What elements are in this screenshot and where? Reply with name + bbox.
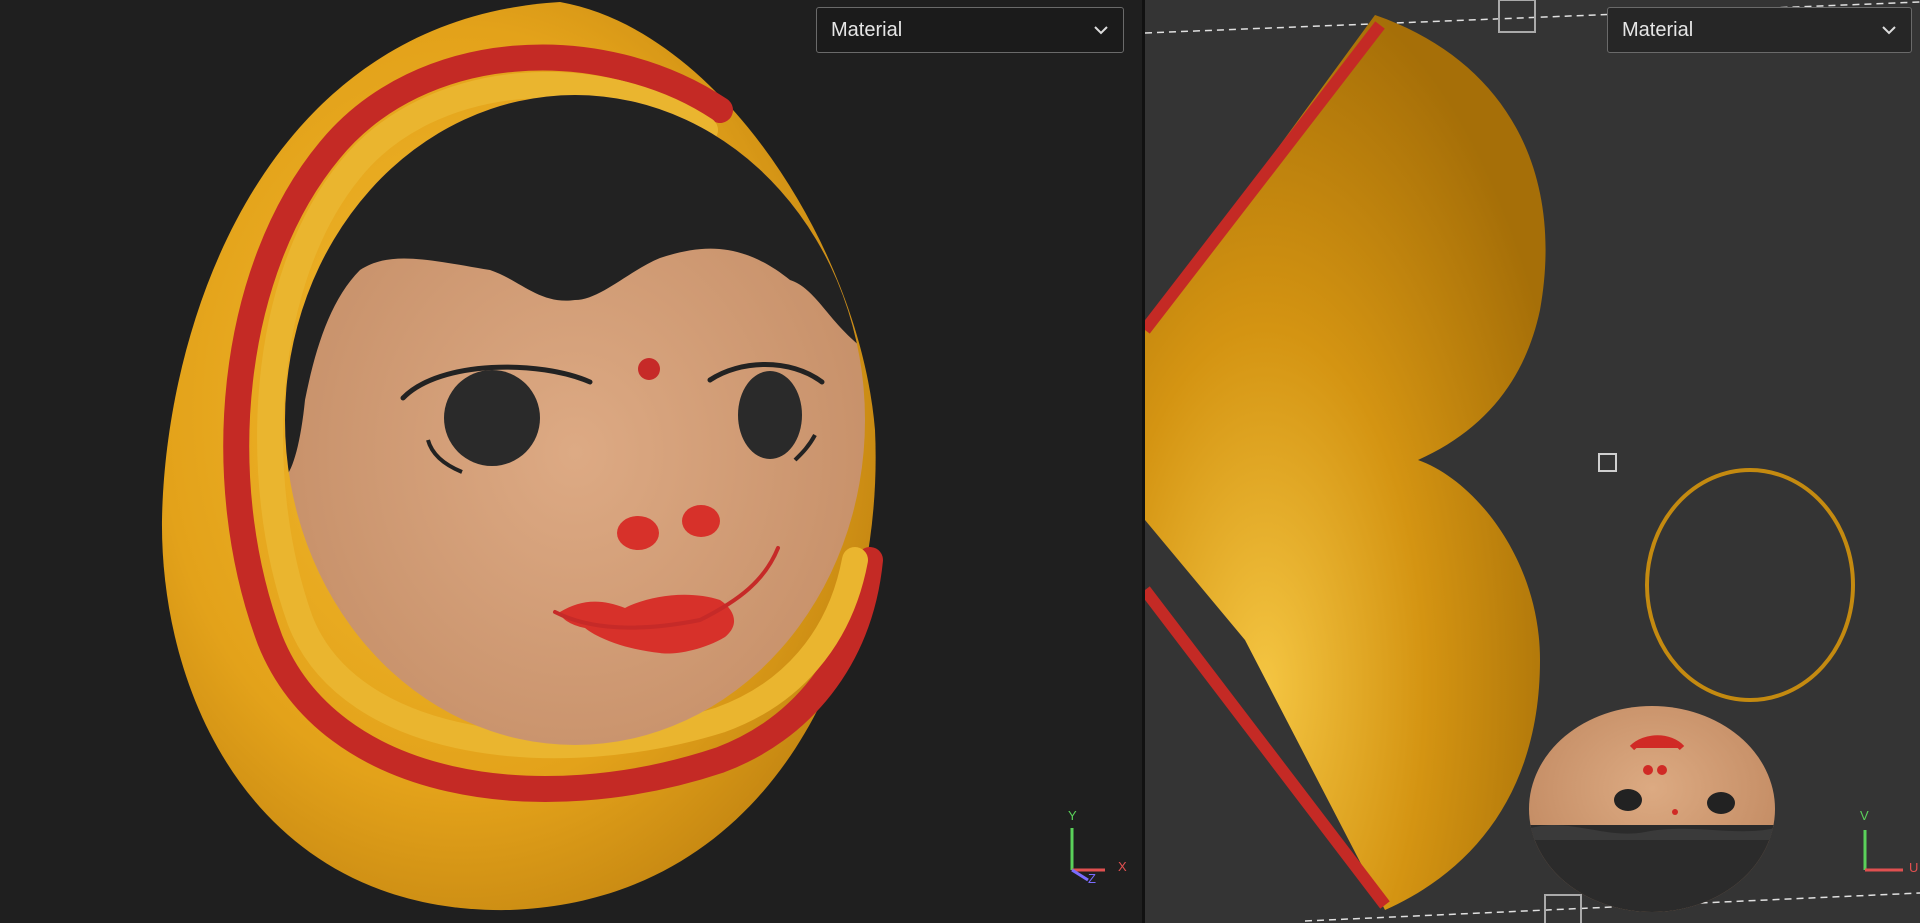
chevron-down-icon bbox=[1882, 26, 1896, 35]
u-axis-label: U bbox=[1909, 860, 1918, 875]
uv-island-body bbox=[1145, 15, 1546, 910]
y-axis-label: Y bbox=[1068, 808, 1077, 823]
v-axis-label: V bbox=[1860, 808, 1869, 823]
viewport-3d[interactable]: Y X Z Material bbox=[0, 0, 1142, 923]
material-dropdown-3d[interactable]: Material bbox=[816, 7, 1124, 53]
dropdown-value: Material bbox=[831, 18, 903, 41]
right-nostril bbox=[682, 505, 720, 537]
uv-island-ring bbox=[1645, 468, 1855, 702]
bindi bbox=[638, 358, 660, 380]
uv-bindi bbox=[1672, 809, 1678, 815]
left-nostril bbox=[617, 516, 659, 550]
z-axis-label: Z bbox=[1088, 871, 1096, 886]
left-eye bbox=[444, 370, 540, 466]
x-axis-label: X bbox=[1118, 859, 1127, 874]
uv-layout[interactable]: V U bbox=[1145, 0, 1920, 923]
axis-gizmo-uv: V U bbox=[1860, 808, 1918, 875]
axis-gizmo-3d: Y X Z bbox=[1068, 808, 1127, 886]
dropdown-value: Material bbox=[1622, 18, 1694, 41]
egg-doll-model[interactable]: Y X Z bbox=[0, 0, 1142, 923]
material-dropdown-uv[interactable]: Material bbox=[1607, 7, 1912, 53]
uv-right-eye bbox=[1707, 792, 1735, 814]
right-eye bbox=[738, 371, 802, 459]
uv-left-eye bbox=[1614, 789, 1642, 811]
uv-handle-middle[interactable] bbox=[1598, 453, 1617, 472]
uv-handle-top[interactable] bbox=[1498, 0, 1536, 33]
uv-dot-right bbox=[1657, 765, 1667, 775]
chevron-down-icon bbox=[1094, 26, 1108, 35]
uv-face-stripe bbox=[1629, 735, 1685, 751]
viewport-uv[interactable]: V U Material bbox=[1145, 0, 1920, 923]
uv-dot-left bbox=[1643, 765, 1653, 775]
